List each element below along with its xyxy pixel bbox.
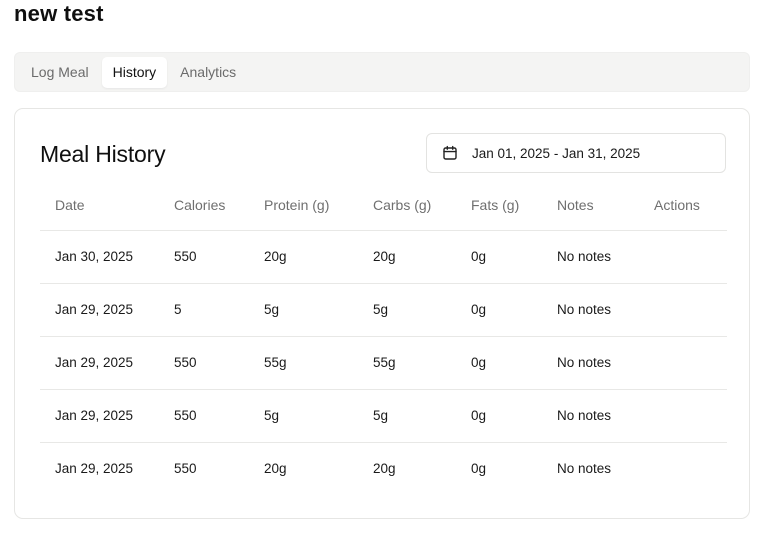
cell-date: Jan 29, 2025 <box>40 389 159 443</box>
cell-fats: 0g <box>456 230 542 284</box>
column-header-protein: Protein (g) <box>249 181 358 231</box>
cell-calories: 5 <box>159 283 249 337</box>
cell-protein: 20g <box>249 230 358 284</box>
history-table: Date Calories Protein (g) Carbs (g) Fats… <box>40 181 727 495</box>
cell-fats: 0g <box>471 461 487 477</box>
cell-protein: 5g <box>249 389 358 443</box>
cell-carbs: 55g <box>358 336 456 390</box>
cell-actions <box>639 389 727 443</box>
tab-bar: Log Meal History Analytics <box>14 52 750 92</box>
table-row: Jan 29, 2025 5 5g 5g 0g No notes <box>40 283 727 337</box>
column-header-calories: Calories <box>159 181 249 231</box>
column-header-actions: Actions <box>639 181 727 231</box>
table-row: Jan 29, 2025 550 55g 55g 0g No notes <box>40 336 727 390</box>
meal-history-card: Meal History Jan 01, 2025 - Jan 31, 2025… <box>14 108 750 519</box>
cell-notes: No notes <box>557 461 612 477</box>
cell-notes: No notes <box>542 389 639 443</box>
cell-actions <box>639 230 727 284</box>
column-header-date: Date <box>40 181 159 231</box>
cell-actions <box>639 336 727 390</box>
cell-calories: 550 <box>174 461 197 477</box>
column-header-carbs: Carbs (g) <box>358 181 456 231</box>
cell-date: Jan 30, 2025 <box>40 230 159 284</box>
table-row: Jan 29, 2025 550 5g 5g 0g No notes <box>40 389 727 443</box>
table-row: Jan 30, 2025 550 20g 20g 0g No notes <box>40 230 727 284</box>
cell-fats: 0g <box>456 283 542 337</box>
date-range-picker[interactable]: Jan 01, 2025 - Jan 31, 2025 <box>426 133 726 173</box>
cell-date: Jan 29, 2025 <box>40 283 159 337</box>
cell-date: Jan 29, 2025 <box>40 336 159 390</box>
cell-fats: 0g <box>456 389 542 443</box>
cell-carbs: 5g <box>358 283 456 337</box>
cell-fats: 0g <box>456 336 542 390</box>
cell-protein: 5g <box>249 283 358 337</box>
cell-notes: No notes <box>542 283 639 337</box>
cell-carbs: 5g <box>358 389 456 443</box>
page-title: Meal History <box>40 141 166 167</box>
cell-notes: No notes <box>542 336 639 390</box>
cell-protein: 20g <box>264 461 287 477</box>
app-title: new test <box>14 1 104 26</box>
cell-protein: 55g <box>249 336 358 390</box>
date-range-value: Jan 01, 2025 - Jan 31, 2025 <box>472 145 641 161</box>
cell-carbs: 20g <box>358 230 456 284</box>
calendar-icon <box>442 145 458 161</box>
table-row: Jan 29, 2025 550 20g 20g 0g No notes <box>40 442 727 495</box>
column-header-notes: Notes <box>542 181 639 231</box>
cell-calories: 550 <box>159 230 249 284</box>
cell-carbs: 20g <box>373 461 396 477</box>
tab-log-meal[interactable]: Log Meal <box>20 57 100 88</box>
cell-calories: 550 <box>159 336 249 390</box>
table-header-row: Date Calories Protein (g) Carbs (g) Fats… <box>40 181 727 231</box>
cell-actions <box>639 442 727 495</box>
cell-calories: 550 <box>159 389 249 443</box>
cell-notes: No notes <box>542 230 639 284</box>
column-header-fats: Fats (g) <box>456 181 542 231</box>
cell-date: Jan 29, 2025 <box>55 461 134 477</box>
tab-analytics[interactable]: Analytics <box>169 57 247 88</box>
tab-history[interactable]: History <box>101 56 168 88</box>
cell-actions <box>639 283 727 337</box>
